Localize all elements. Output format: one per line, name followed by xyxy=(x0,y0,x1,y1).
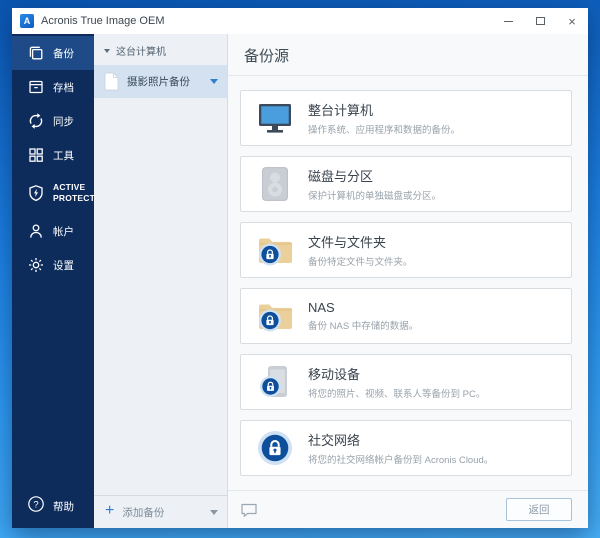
sidebar-item-help[interactable]: ? 帮助 xyxy=(12,484,94,528)
computer-icon xyxy=(254,103,296,134)
source-description: 备份特定文件与文件夹。 xyxy=(308,254,413,268)
sidebar: 备份 存档 xyxy=(12,34,94,528)
titlebar: A Acronis True Image OEM × xyxy=(12,8,588,34)
close-icon: × xyxy=(568,15,576,28)
cloud-lock-icon xyxy=(254,431,296,465)
document-icon xyxy=(104,72,119,91)
backup-item-menu-caret-icon[interactable] xyxy=(210,79,218,84)
disk-icon xyxy=(254,167,296,201)
add-backup-button[interactable]: + 添加备份 xyxy=(94,495,227,528)
card-text: 磁盘与分区 保护计算机的单独磁盘或分区。 xyxy=(308,166,441,202)
shield-bolt-icon xyxy=(27,184,45,202)
add-backup-caret-icon[interactable] xyxy=(210,510,218,515)
window-controls: × xyxy=(492,8,588,34)
app-window: A Acronis True Image OEM × 备份 xyxy=(12,8,588,528)
window-title: Acronis True Image OEM xyxy=(41,15,165,27)
source-title: 移动设备 xyxy=(308,364,485,383)
feedback-bubble-icon[interactable] xyxy=(240,502,258,518)
sidebar-item-tools[interactable]: 工具 xyxy=(12,138,94,172)
source-description: 操作系统、应用程序和数据的备份。 xyxy=(308,122,460,136)
sidebar-item-label: 设置 xyxy=(53,258,74,273)
source-title: 文件与文件夹 xyxy=(308,232,413,251)
source-description: 备份 NAS 中存储的数据。 xyxy=(308,318,418,332)
backup-item-label: 摄影照片备份 xyxy=(127,74,210,89)
source-card-disks-partitions[interactable]: 磁盘与分区 保护计算机的单独磁盘或分区。 xyxy=(240,156,572,212)
sidebar-item-settings[interactable]: 设置 xyxy=(12,248,94,282)
source-description: 将您的照片、视频、联系人等备份到 PC。 xyxy=(308,386,485,400)
source-title: 社交网络 xyxy=(308,430,493,449)
card-text: 整台计算机 操作系统、应用程序和数据的备份。 xyxy=(308,100,460,136)
sidebar-item-backup[interactable]: 备份 xyxy=(12,36,94,70)
backup-source-list: 整台计算机 操作系统、应用程序和数据的备份。 xyxy=(228,76,588,490)
card-text: NAS 备份 NAS 中存储的数据。 xyxy=(308,300,418,332)
source-description: 将您的社交网络帐户备份到 Acronis Cloud。 xyxy=(308,452,493,466)
sidebar-item-label: 存档 xyxy=(53,80,74,95)
sidebar-item-label: 同步 xyxy=(53,114,74,129)
computer-group-header[interactable]: 这台计算机 xyxy=(94,34,227,65)
maximize-icon xyxy=(536,17,545,25)
backup-icon xyxy=(27,44,45,62)
sidebar-item-active-protection[interactable]: ACTIVE PROTECTION xyxy=(12,172,94,214)
sync-icon xyxy=(27,112,45,130)
desktop-background: A Acronis True Image OEM × 备份 xyxy=(0,0,600,538)
phone-lock-icon xyxy=(254,365,296,399)
plus-icon: + xyxy=(105,503,114,519)
page-title: 备份源 xyxy=(228,34,588,76)
back-button[interactable]: 返回 xyxy=(506,498,572,521)
close-button[interactable]: × xyxy=(556,8,588,34)
sidebar-item-sync[interactable]: 同步 xyxy=(12,104,94,138)
source-card-entire-computer[interactable]: 整台计算机 操作系统、应用程序和数据的备份。 xyxy=(240,90,572,146)
card-text: 移动设备 将您的照片、视频、联系人等备份到 PC。 xyxy=(308,364,485,400)
backup-list-item-selected[interactable]: 摄影照片备份 xyxy=(94,65,227,98)
main-footer: 返回 xyxy=(228,490,588,528)
sidebar-spacer xyxy=(12,282,94,484)
add-backup-label: 添加备份 xyxy=(122,505,210,520)
archive-icon xyxy=(27,78,45,96)
source-card-nas[interactable]: NAS 备份 NAS 中存储的数据。 xyxy=(240,288,572,344)
source-description: 保护计算机的单独磁盘或分区。 xyxy=(308,188,441,202)
collapse-caret-icon xyxy=(104,49,110,53)
svg-text:?: ? xyxy=(33,499,38,510)
maximize-button[interactable] xyxy=(524,8,556,34)
sidebar-item-label: 帐户 xyxy=(53,224,74,239)
sidebar-item-label: 帮助 xyxy=(53,499,74,514)
sidebar-item-label: 工具 xyxy=(53,148,74,163)
sidebar-item-archive[interactable]: 存档 xyxy=(12,70,94,104)
main-content: 备份源 整台计算机 操作系 xyxy=(228,34,588,528)
folder-lock-icon xyxy=(254,235,296,266)
source-card-social-networks[interactable]: 社交网络 将您的社交网络帐户备份到 Acronis Cloud。 xyxy=(240,420,572,476)
computer-group-label: 这台计算机 xyxy=(116,43,166,58)
source-title: NAS xyxy=(308,300,418,315)
folder-lock-icon xyxy=(254,301,296,332)
sidebar-item-label: 备份 xyxy=(53,46,74,61)
backup-list-panel: 这台计算机 摄影照片备份 + 添加备份 xyxy=(94,34,228,528)
card-text: 社交网络 将您的社交网络帐户备份到 Acronis Cloud。 xyxy=(308,430,493,466)
gear-icon xyxy=(27,256,45,274)
minimize-button[interactable] xyxy=(492,8,524,34)
source-title: 磁盘与分区 xyxy=(308,166,441,185)
source-card-files-folders[interactable]: 文件与文件夹 备份特定文件与文件夹。 xyxy=(240,222,572,278)
help-circle-icon: ? xyxy=(27,495,45,518)
app-logo-icon: A xyxy=(20,14,34,28)
minimize-icon xyxy=(504,21,513,22)
account-icon xyxy=(27,222,45,240)
source-title: 整台计算机 xyxy=(308,100,460,119)
app-body: 备份 存档 xyxy=(12,34,588,528)
panel-spacer xyxy=(94,98,227,495)
tools-icon xyxy=(27,146,45,164)
card-text: 文件与文件夹 备份特定文件与文件夹。 xyxy=(308,232,413,268)
sidebar-item-account[interactable]: 帐户 xyxy=(12,214,94,248)
source-card-mobile-device[interactable]: 移动设备 将您的照片、视频、联系人等备份到 PC。 xyxy=(240,354,572,410)
